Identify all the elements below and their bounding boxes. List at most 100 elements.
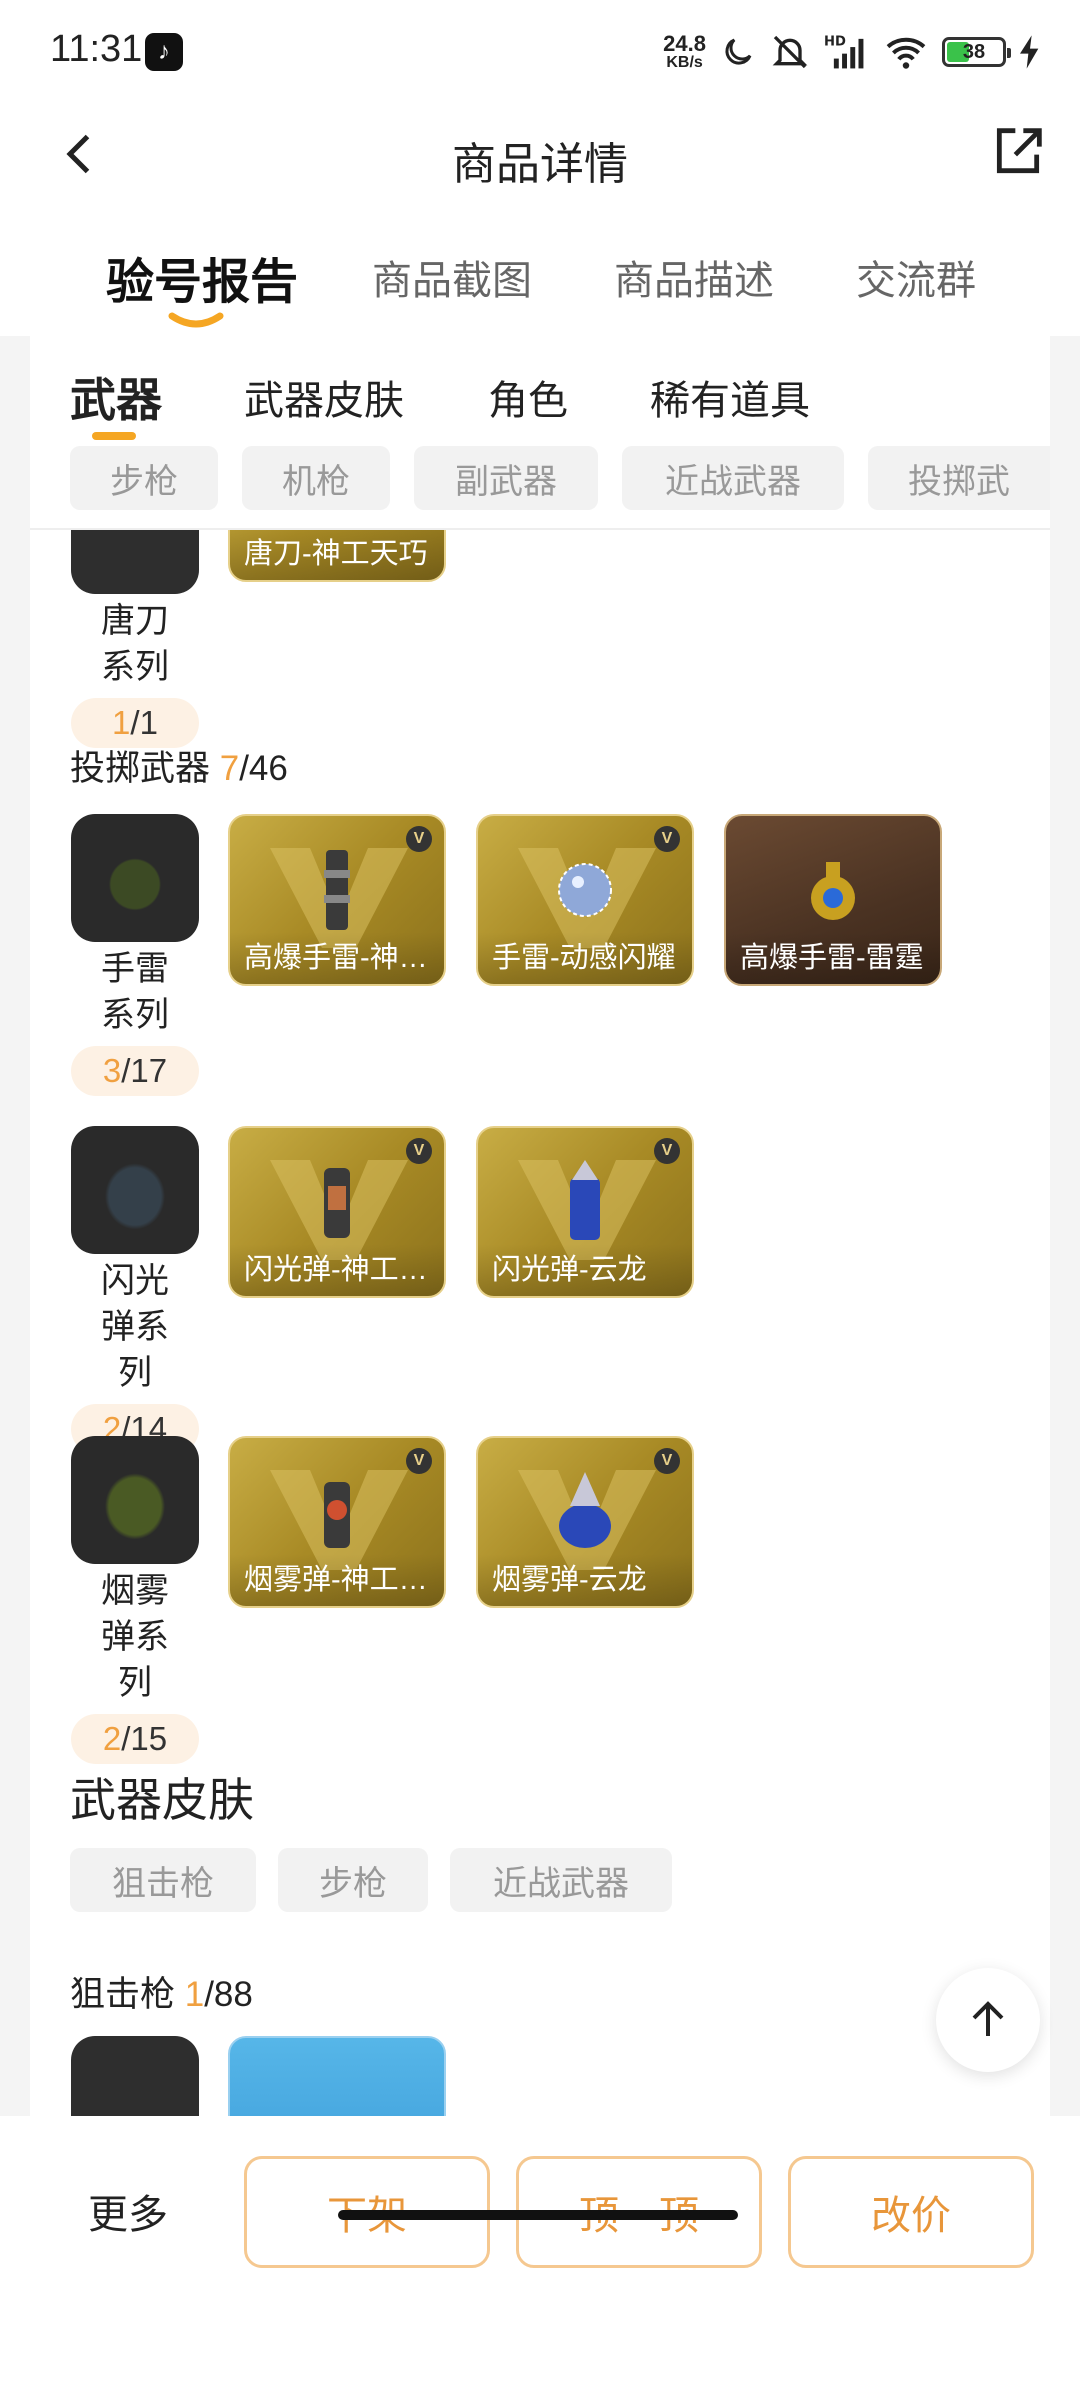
chip-melee-skin[interactable]: 近战武器: [450, 1848, 672, 1912]
total-count: /17: [121, 1052, 168, 1089]
count-pill: 3/17: [71, 1046, 199, 1096]
page-title: 商品详情: [452, 140, 628, 189]
series-flashbang[interactable]: 闪光弹系列 2/14: [70, 1126, 200, 1454]
back-to-top-button[interactable]: [936, 1968, 1040, 2072]
share-icon[interactable]: [986, 120, 1050, 184]
status-bar: 11:31 ♪ 24.8 KB/s HD 38: [0, 0, 1080, 104]
cloud-dragon-flash-art-icon: [570, 1160, 600, 1240]
scroll-content[interactable]: 唐刀系列 1/1 唐刀-神工天巧 投掷武器 7/46 手雷系列 3/17 V 高…: [30, 336, 1050, 2116]
v-badge-icon: V: [406, 826, 432, 852]
v-badge-icon: V: [654, 1138, 680, 1164]
tab-active-indicator: [168, 312, 224, 328]
v-badge-icon: V: [406, 1138, 432, 1164]
item-card[interactable]: V 闪光弹-神工天巧: [228, 1126, 446, 1298]
item-name: 闪光弹-云龙: [478, 1244, 692, 1296]
chip-secondary[interactable]: 副武器: [414, 446, 598, 510]
series-smoke[interactable]: 烟雾弹系列 2/15: [70, 1436, 200, 1764]
tab-chat-group[interactable]: 交流群: [856, 248, 976, 306]
battery-icon: 38: [942, 37, 1011, 67]
owned-count: 1: [112, 704, 131, 741]
section-label: 狙击枪: [70, 1975, 185, 2014]
total-count: /88: [204, 1975, 253, 2014]
section-title-throwing: 投掷武器 7/46: [70, 740, 288, 791]
home-indicator[interactable]: [338, 2210, 738, 2220]
total-count: /1: [130, 704, 158, 741]
status-time: 11:31: [50, 28, 143, 70]
v-badge-icon: V: [654, 826, 680, 852]
flashbang-series-icon: [71, 1126, 199, 1254]
grenade-series-icon: [71, 814, 199, 942]
owned-count: 7: [219, 749, 240, 788]
chip-throwing[interactable]: 投掷武: [868, 446, 1050, 510]
grenade-art-icon: [324, 850, 350, 930]
series-name: 手雷系列: [101, 950, 169, 1034]
series-name: 闪光弹系列: [101, 1262, 169, 1392]
net-speed-value: 24.8: [663, 31, 706, 56]
chip-rifle[interactable]: 步枪: [70, 446, 218, 510]
item-name: 烟雾弹-云龙: [478, 1554, 692, 1606]
sniper-series-icon: [71, 2036, 199, 2116]
item-name: 闪光弹-神工天巧: [230, 1244, 444, 1296]
net-speed: 24.8 KB/s: [663, 33, 706, 71]
status-icons: 24.8 KB/s HD 38: [663, 24, 1040, 80]
owned-count: 1: [184, 1975, 205, 2014]
wifi-icon: [886, 37, 926, 69]
charging-icon: [1020, 35, 1039, 69]
item-card[interactable]: V 烟雾弹-云龙: [476, 1436, 694, 1608]
item-card[interactable]: 高爆手雷-雷霆: [724, 814, 942, 986]
tab-weapon-skins[interactable]: 武器皮肤: [244, 368, 404, 426]
series-grenade[interactable]: 手雷系列 3/17: [70, 814, 200, 1096]
thunder-grenade-art-icon: [811, 862, 855, 920]
svg-text:HD: HD: [824, 34, 846, 49]
disco-ball-art-icon: [558, 863, 612, 917]
category-tabs: 武器 武器皮肤 角色 稀有道具: [30, 336, 1050, 446]
mute-icon: [772, 35, 808, 69]
tab-inspection-report[interactable]: 验号报告: [106, 242, 298, 312]
owned-count: 3: [102, 1052, 122, 1089]
more-button[interactable]: 更多: [88, 2182, 168, 2240]
net-speed-unit: KB/s: [666, 54, 703, 71]
v-badge-icon: V: [654, 1448, 680, 1474]
section-title-sniper: 狙击枪 1/88: [70, 1966, 253, 2017]
nav-bar: 商品详情: [0, 104, 1080, 204]
moon-icon: [725, 38, 752, 65]
sub-tab-indicator: [92, 432, 136, 440]
tiktok-icon: ♪: [145, 33, 183, 71]
item-name: 唐刀-神工天巧: [230, 528, 444, 580]
weapon-type-chips: 步枪 机枪 副武器 近战武器 投掷武: [30, 446, 1050, 530]
chip-melee[interactable]: 近战武器: [622, 446, 844, 510]
chip-sniper[interactable]: 狙击枪: [70, 1848, 256, 1912]
tab-rare-items[interactable]: 稀有道具: [650, 368, 810, 426]
report-card: 武器 武器皮肤 角色 稀有道具 步枪 机枪 副武器 近战武器 投掷武 唐刀系列 …: [30, 336, 1050, 2116]
item-name: 高爆手雷-神工天巧: [230, 932, 444, 984]
series-name: 烟雾弹系列: [101, 1572, 169, 1702]
series-sniper[interactable]: [70, 2036, 200, 2116]
series-name: 唐刀系列: [101, 602, 169, 686]
main-tabs: 验号报告 商品截图 商品描述 交流群: [0, 204, 1080, 336]
item-card[interactable]: V 手雷-动感闪耀: [476, 814, 694, 986]
count-pill: 2/15: [71, 1714, 199, 1764]
reprice-button[interactable]: 改价: [788, 2156, 1034, 2268]
item-name: 手雷-动感闪耀: [478, 932, 692, 984]
item-card[interactable]: V 高爆手雷-神工天巧: [228, 814, 446, 986]
item-card[interactable]: V 闪光弹-云龙: [476, 1126, 694, 1298]
item-name: 烟雾弹-神工天巧: [230, 1554, 444, 1606]
item-card[interactable]: [228, 2036, 446, 2116]
owned-count: 2: [102, 1720, 122, 1757]
arrow-up-icon: [972, 2001, 1004, 2036]
tab-description[interactable]: 商品描述: [614, 248, 774, 306]
item-card[interactable]: V 烟雾弹-神工天巧: [228, 1436, 446, 1608]
smoke-series-icon: [71, 1436, 199, 1564]
section-label: 投掷武器: [70, 749, 220, 788]
bottom-action-bar: 更多 下架 顶一顶 改价: [0, 2116, 1080, 2400]
smoke-grenade-art-icon: [324, 1482, 350, 1548]
hd-signal-icon: HD: [824, 34, 864, 69]
total-count: /46: [239, 749, 288, 788]
battery-level: 38: [962, 40, 986, 63]
chip-machine-gun[interactable]: 机枪: [242, 446, 390, 510]
chip-rifle-skin[interactable]: 步枪: [278, 1848, 428, 1912]
item-name: 高爆手雷-雷霆: [726, 932, 940, 984]
tab-weapons[interactable]: 武器: [70, 364, 162, 430]
tab-screenshots[interactable]: 商品截图: [372, 248, 532, 306]
tab-characters[interactable]: 角色: [488, 368, 568, 426]
